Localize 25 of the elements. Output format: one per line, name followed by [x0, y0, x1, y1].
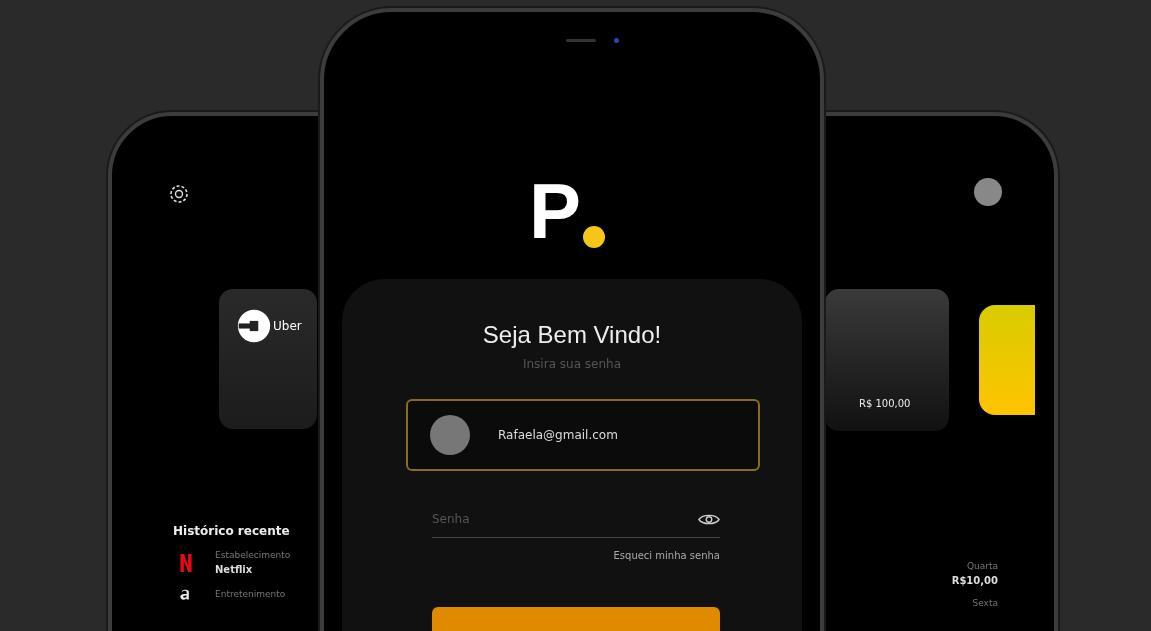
app-logo: P [529, 176, 581, 246]
avatar-placeholder [430, 415, 470, 455]
email-field[interactable]: Rafaela@gmail.com [406, 399, 760, 471]
speaker-slot [565, 38, 596, 42]
eye-icon[interactable] [698, 512, 720, 526]
welcome-title: Seja Bem Vindo! [481, 321, 663, 349]
section-title: Histórico recente [173, 524, 291, 538]
ring-logo-icon [237, 309, 271, 343]
transaction-amount: R$10,00 [951, 575, 998, 586]
welcome-subtitle: Insira sua senha [521, 357, 623, 371]
transaction-day: Quarta [966, 561, 998, 571]
category-label: Estabelecimento [215, 550, 291, 560]
payment-card[interactable]: R$ 100,00 [825, 289, 949, 431]
merchant-name: Netflix [215, 564, 254, 575]
camera-dot [613, 37, 619, 43]
settings-icon[interactable] [167, 182, 191, 206]
transaction-day: Sexta [972, 598, 998, 608]
card-amount: R$ 100,00 [859, 398, 911, 409]
brand-name: Uber [273, 319, 302, 333]
forgot-password-link[interactable]: Esqueci minha senha [613, 550, 720, 561]
logo-dot-icon [583, 226, 605, 248]
password-field[interactable]: Senha [432, 512, 698, 526]
payment-card[interactable]: Uber [219, 289, 317, 429]
avatar-placeholder[interactable] [974, 178, 1002, 206]
category-label: Entretenimento [215, 589, 286, 599]
